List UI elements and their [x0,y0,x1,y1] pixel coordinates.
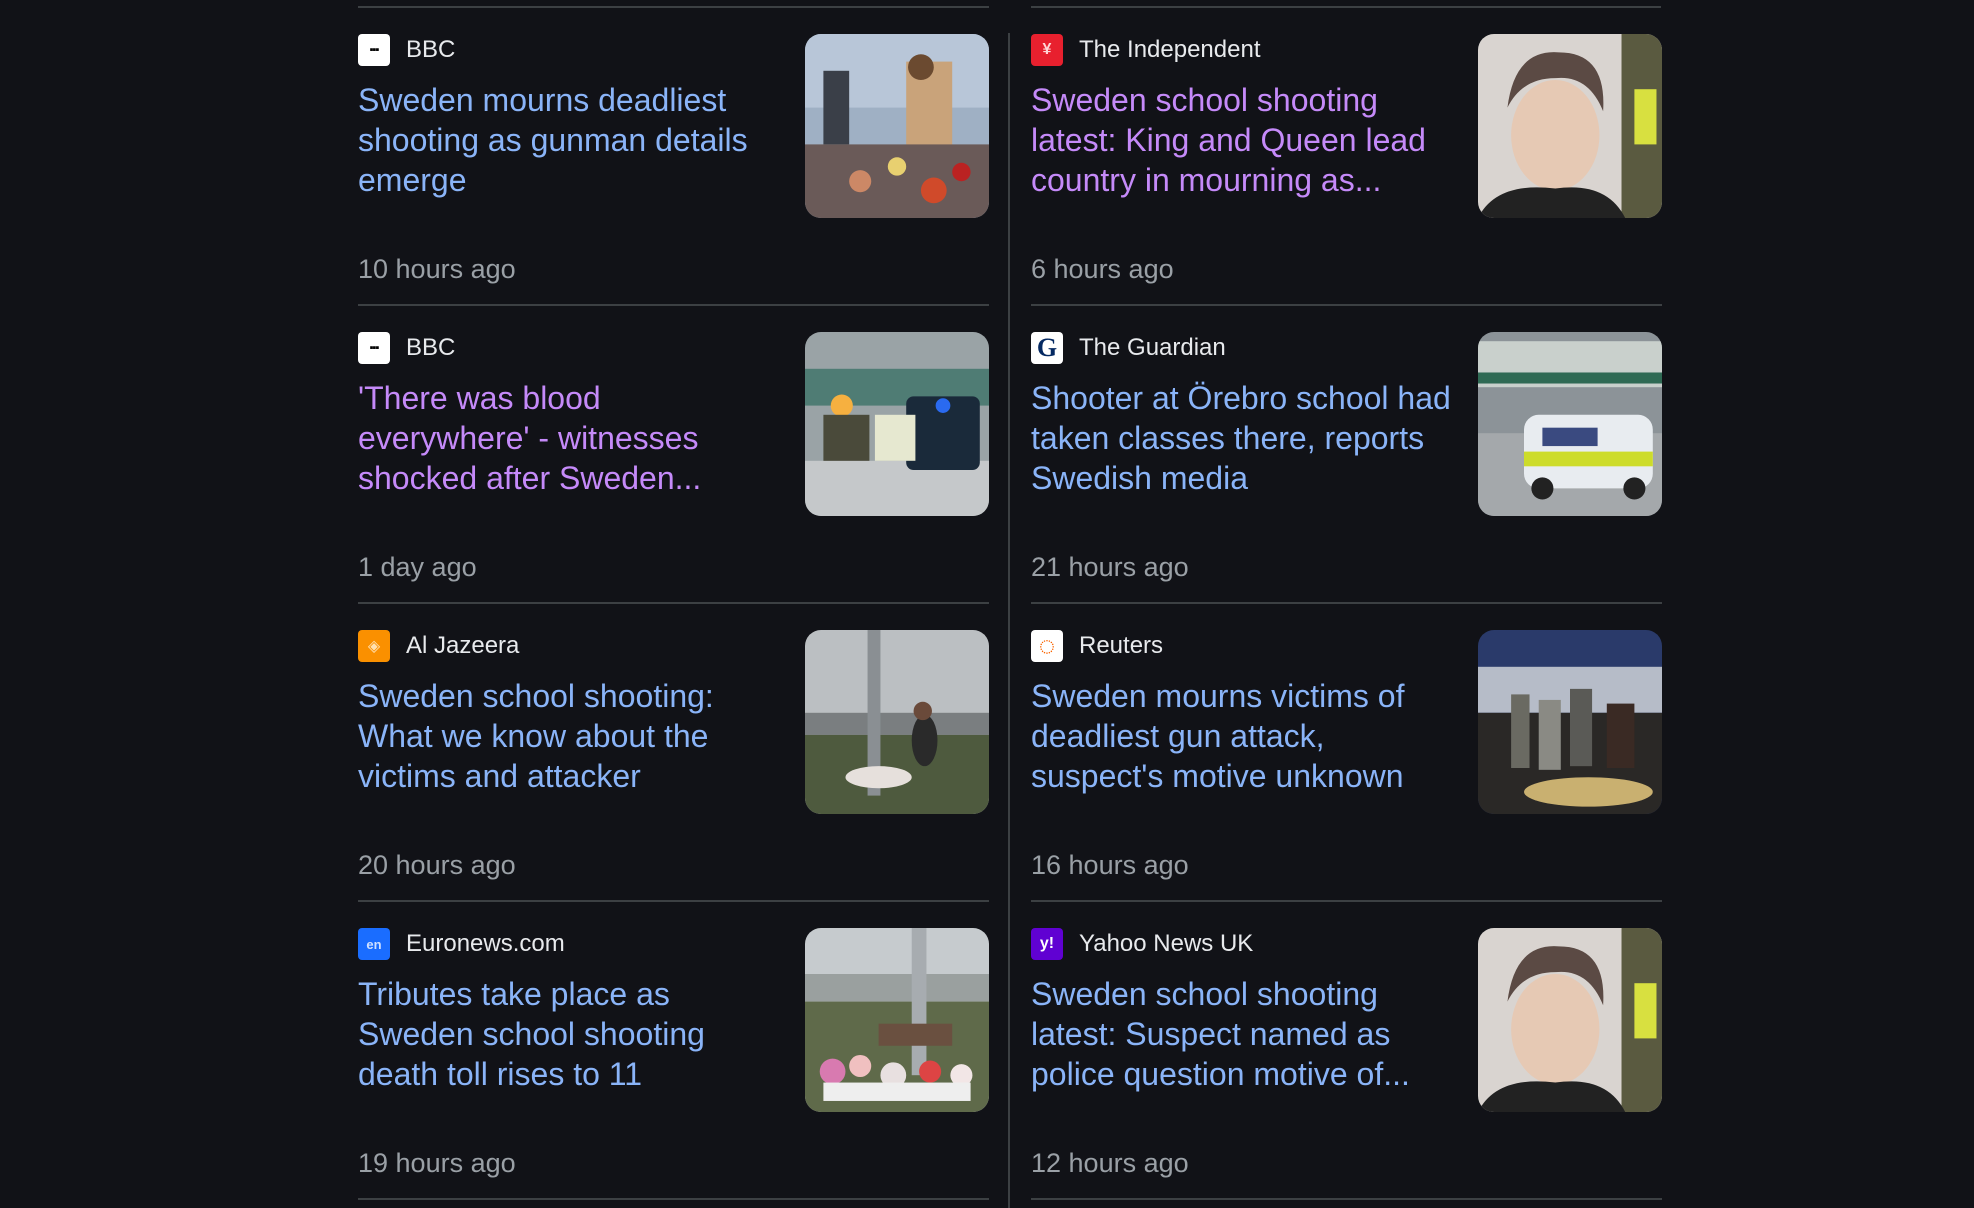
euronews-logo-icon: en [358,928,390,960]
thumbnail-image [1478,34,1662,218]
headline-link[interactable]: Sweden school shooting: What we know abo… [358,676,778,796]
news-source: G The Guardian [1031,332,1226,364]
headline-link[interactable]: 'There was blood everywhere' - witnesses… [358,378,778,498]
timestamp: 12 hours ago [1031,1148,1189,1178]
yahoo-logo-icon: y! [1031,928,1063,960]
news-source: ▪▪▪ BBC [358,34,455,66]
source-name: Yahoo News UK [1079,930,1254,957]
timestamp: 20 hours ago [358,850,516,880]
news-source: ◈ Al Jazeera [358,630,519,662]
thumbnail-flowers-mourner[interactable] [805,34,989,218]
thumbnail-image [1478,630,1662,814]
headline-link[interactable]: Sweden mourns victims of deadliest gun a… [1031,676,1451,796]
bbc-logo-icon: ▪▪▪ [358,332,390,364]
news-source: y! Yahoo News UK [1031,928,1253,960]
source-name: Al Jazeera [406,632,520,659]
timestamp: 1 day ago [358,552,477,582]
thumbnail-memorial-pole[interactable] [805,630,989,814]
timestamp: 16 hours ago [1031,850,1189,880]
thumbnail-image [805,630,989,814]
thumbnail-image [805,928,989,1112]
headline-link[interactable]: Shooter at Örebro school had taken class… [1031,378,1451,498]
thumbnail-image [805,34,989,218]
source-name: Reuters [1079,632,1164,659]
timestamp: 21 hours ago [1031,552,1189,582]
news-source: ¥ The Independent [1031,34,1261,66]
news-card-2[interactable]: ¥ The Independent Sweden school shooting… [1031,8,1662,306]
source-name: The Guardian [1079,334,1226,361]
news-card-5[interactable]: ◈ Al Jazeera Sweden school shooting: Wha… [358,604,989,902]
news-source: ◌ Reuters [1031,630,1163,662]
timestamp: 19 hours ago [358,1148,516,1178]
column-divider [1008,33,1010,1208]
news-source: en Euronews.com [358,928,565,960]
thumbnail-memorial-flowers[interactable] [805,928,989,1112]
timestamp: 10 hours ago [358,254,516,284]
bbc-logo-icon: ▪▪▪ [358,34,390,66]
thumbnail-image [805,332,989,516]
source-name: Euronews.com [406,930,565,957]
news-card-7[interactable]: en Euronews.com Tributes take place as S… [358,902,989,1200]
news-card-3[interactable]: ▪▪▪ BBC 'There was blood everywhere' - w… [358,306,989,604]
thumbnail-police-car[interactable] [1478,332,1662,516]
headline-link[interactable]: Sweden school shooting latest: King and … [1031,80,1451,200]
thumbnail-night-vigil[interactable] [1478,630,1662,814]
card-divider [1031,1198,1662,1200]
thumbnail-emergency-scene[interactable] [805,332,989,516]
source-name: BBC [406,36,456,63]
thumbnail-suspect-portrait[interactable] [1478,928,1662,1112]
card-divider [358,1198,989,1200]
news-card-4[interactable]: G The Guardian Shooter at Örebro school … [1031,306,1662,604]
headline-link[interactable]: Sweden school shooting latest: Suspect n… [1031,974,1451,1094]
source-name: The Independent [1079,36,1261,63]
headline-link[interactable]: Sweden mourns deadliest shooting as gunm… [358,80,778,200]
reuters-logo-icon: ◌ [1031,630,1063,662]
timestamp: 6 hours ago [1031,254,1174,284]
news-card-1[interactable]: ▪▪▪ BBC Sweden mourns deadliest shooting… [358,8,989,306]
thumbnail-image [1478,332,1662,516]
news-card-8[interactable]: y! Yahoo News UK Sweden school shooting … [1031,902,1662,1200]
news-card-6[interactable]: ◌ Reuters Sweden mourns victims of deadl… [1031,604,1662,902]
guardian-logo-icon: G [1031,332,1063,364]
news-source: ▪▪▪ BBC [358,332,455,364]
thumbnail-image [1478,928,1662,1112]
independent-logo-icon: ¥ [1031,34,1063,66]
aljazeera-logo-icon: ◈ [358,630,390,662]
source-name: BBC [406,334,456,361]
thumbnail-suspect-portrait[interactable] [1478,34,1662,218]
headline-link[interactable]: Tributes take place as Sweden school sho… [358,974,778,1094]
